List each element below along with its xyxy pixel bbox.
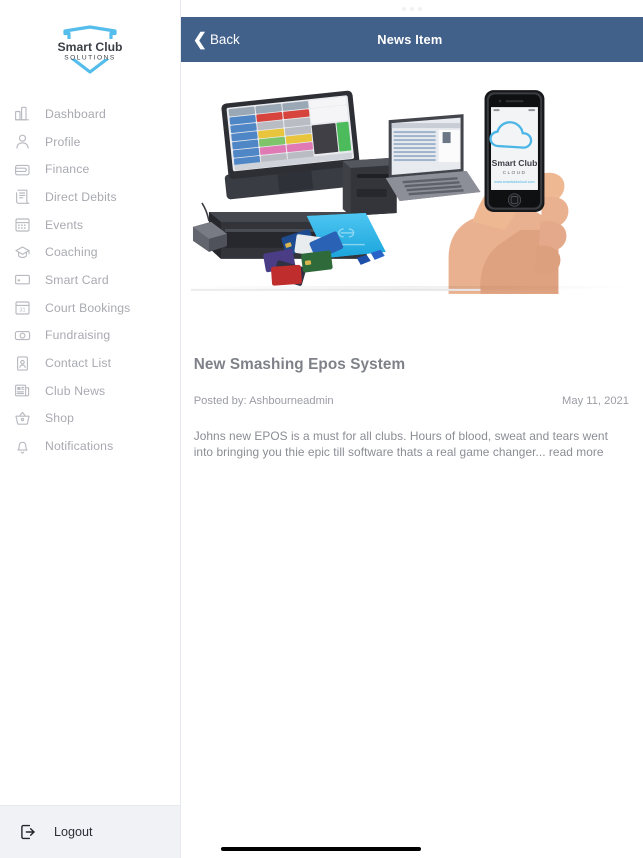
calendar-31-icon: 31 — [12, 297, 33, 318]
article-title: New Smashing Epos System — [193, 356, 406, 373]
sidebar-item-label: Court Bookings — [45, 300, 131, 315]
logo-wordmark: Smart Club — [57, 40, 122, 54]
page-header: ❮ Back News Item — [180, 17, 643, 62]
sidebar-item-label: Finance — [45, 162, 90, 177]
sidebar-item-label: Coaching — [45, 245, 98, 260]
status-dot — [409, 6, 414, 11]
sidebar-item-label: Smart Card — [45, 272, 109, 287]
sidebar-item-label: Contact List — [45, 356, 112, 371]
sidebar-item-club-news[interactable]: Club News — [0, 377, 180, 405]
sidebar-item-fundraising[interactable]: Fundraising — [0, 322, 180, 350]
bell-icon — [12, 436, 33, 457]
receipt-icon — [12, 186, 33, 207]
sidebar-item-notifications[interactable]: Notifications — [0, 432, 180, 460]
cash-icon — [12, 325, 33, 346]
phone-app-url: www.smartclubcloud.com — [494, 180, 534, 184]
back-button[interactable]: ❮ Back — [187, 17, 246, 62]
bar-chart-icon — [12, 103, 33, 124]
phone-app-subtitle: CLOUD — [502, 170, 526, 176]
newspaper-icon — [12, 380, 33, 401]
status-dot — [417, 6, 422, 11]
sidebar: Smart Club SOLUTIONS Dashboard Profile F… — [0, 0, 181, 858]
article-body-text: Johns new EPOS is a must for all clubs. … — [193, 429, 608, 459]
sidebar-nav: Dashboard Profile Finance Direct Debits … — [0, 96, 180, 805]
brand-logo[interactable]: Smart Club SOLUTIONS — [0, 0, 180, 96]
read-more-link[interactable]: read more — [549, 445, 604, 459]
article-body: Johns new EPOS is a must for all clubs. … — [194, 429, 626, 460]
logout-icon — [18, 822, 38, 842]
shopping-basket-icon — [12, 408, 33, 429]
chevron-left-icon: ❮ — [192, 29, 207, 49]
main-panel: ❮ Back News Item Smart Club CLOUD www.sm… — [180, 0, 643, 858]
graduation-cap-icon — [12, 242, 33, 263]
sidebar-item-label: Profile — [45, 134, 81, 149]
sidebar-item-coaching[interactable]: Coaching — [0, 238, 180, 266]
article-author: Posted by: Ashbourneadmin — [193, 395, 334, 407]
hero-shadow — [180, 286, 643, 292]
smart-club-solutions-logo-icon: Smart Club SOLUTIONS — [51, 22, 129, 78]
sidebar-item-label: Direct Debits — [45, 189, 117, 204]
logout-label: Logout — [54, 825, 93, 839]
sidebar-item-contact-list[interactable]: Contact List — [0, 349, 180, 377]
sidebar-item-court-bookings[interactable]: 31 Court Bookings — [0, 294, 180, 322]
news-hero-image: Smart Club CLOUD www.smartclubcloud.com — [180, 62, 643, 294]
svg-text:31: 31 — [19, 308, 25, 314]
sidebar-item-direct-debits[interactable]: Direct Debits — [0, 183, 180, 211]
sidebar-item-label: Dashboard — [45, 106, 106, 121]
sidebar-item-label: Notifications — [45, 439, 114, 454]
article-scroll-area[interactable]: Smart Club CLOUD www.smartclubcloud.com … — [180, 62, 643, 858]
user-icon — [12, 131, 33, 152]
contact-card-icon — [12, 353, 33, 374]
news-article: New Smashing Epos System Posted by: Ashb… — [181, 356, 643, 460]
article-date: May 11, 2021 — [562, 395, 629, 407]
sidebar-item-label: Events — [45, 217, 84, 232]
app-root: Smart Club SOLUTIONS Dashboard Profile F… — [0, 0, 643, 858]
logo-subwordmark: SOLUTIONS — [64, 55, 116, 62]
page-title: News Item — [377, 32, 443, 47]
status-dot — [401, 6, 406, 11]
sidebar-item-finance[interactable]: Finance — [0, 155, 180, 183]
article-meta: Posted by: Ashbourneadmin May 11, 2021 — [194, 395, 629, 407]
sidebar-item-events[interactable]: Events — [0, 211, 180, 239]
status-bar — [180, 0, 643, 17]
sidebar-item-dashboard[interactable]: Dashboard — [0, 100, 180, 128]
home-indicator — [220, 847, 421, 851]
calendar-icon — [12, 214, 33, 235]
sidebar-item-profile[interactable]: Profile — [0, 128, 180, 156]
logout-button[interactable]: Logout — [0, 805, 180, 858]
wallet-icon — [12, 159, 33, 180]
phone-app-title: Smart Club — [491, 158, 537, 168]
sidebar-item-label: Club News — [45, 383, 106, 398]
back-button-label: Back — [209, 32, 240, 47]
credit-card-icon — [12, 269, 33, 290]
sidebar-item-shop[interactable]: Shop — [0, 405, 180, 433]
sidebar-item-smart-card[interactable]: Smart Card — [0, 266, 180, 294]
sidebar-item-label: Fundraising — [45, 328, 111, 343]
sidebar-item-label: Shop — [45, 411, 75, 426]
